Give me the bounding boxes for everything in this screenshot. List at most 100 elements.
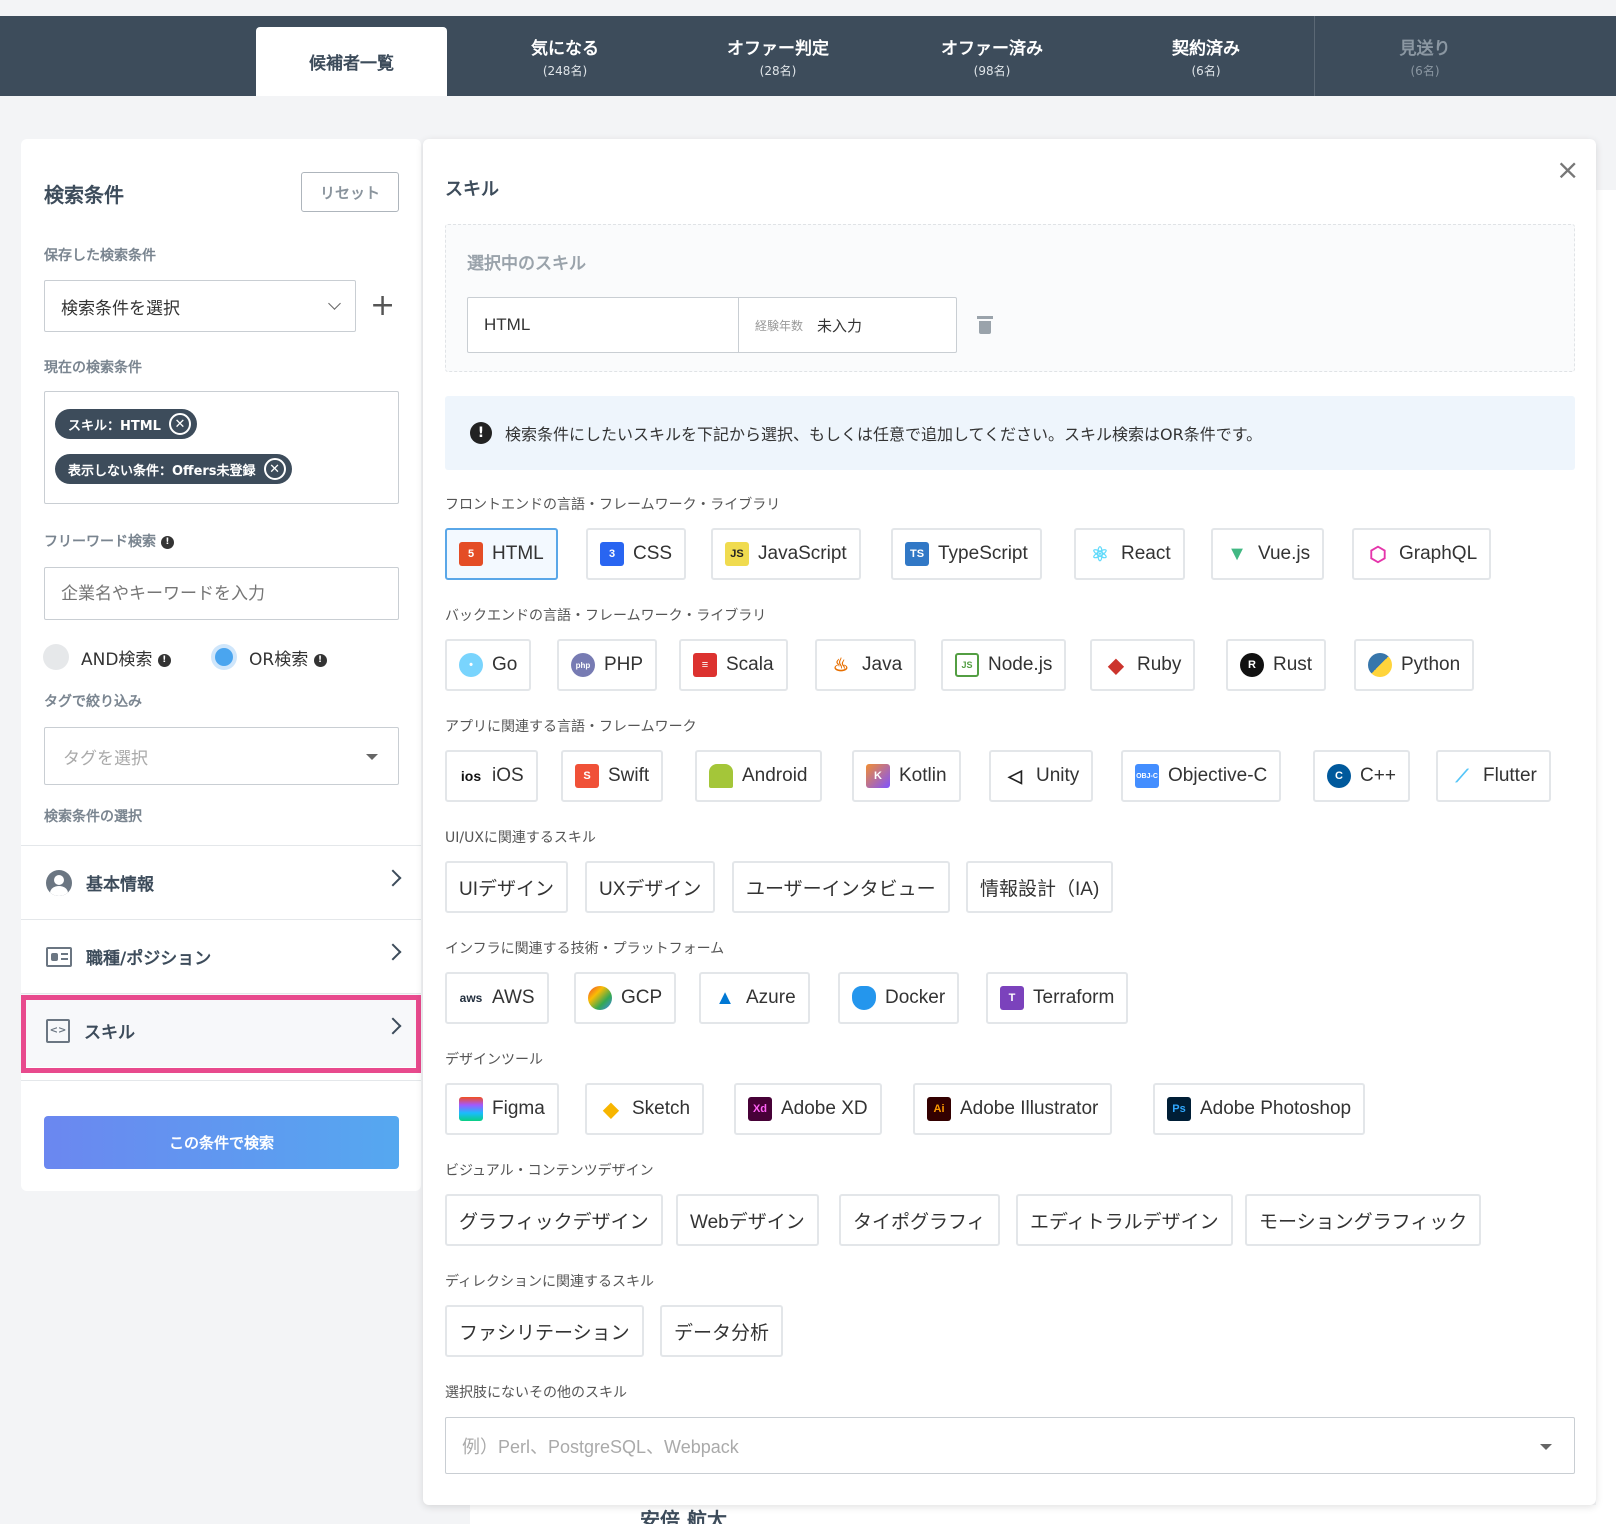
skill-typography[interactable]: タイポグラフィ — [839, 1194, 1000, 1246]
skill-editorial-design[interactable]: エディトラルデザイン — [1016, 1194, 1233, 1246]
other-skills-select[interactable]: 例）Perl、PostgreSQL、Webpack — [445, 1417, 1575, 1474]
tab-divider — [1314, 16, 1315, 96]
close-icon[interactable]: × — [1556, 153, 1579, 186]
nav-job-position[interactable]: 職種/ポジション — [21, 919, 421, 993]
section-title: フロントエンドの言語・フレームワーク・ライブラリ — [445, 497, 781, 513]
skill-flutter[interactable]: ⟋ Flutter — [1436, 750, 1551, 802]
skill-kotlin[interactable]: K Kotlin — [852, 750, 961, 802]
skill-graphic-design[interactable]: グラフィックデザイン — [445, 1194, 663, 1246]
saved-conditions-select[interactable]: 検索条件を選択 — [44, 280, 356, 332]
freeword-label: フリーワード検索 ! — [44, 531, 174, 551]
close-circle-icon[interactable]: ✕ — [168, 413, 191, 435]
skill-vuejs[interactable]: ▼ Vue.js — [1211, 528, 1325, 580]
skill-swift[interactable]: S Swift — [561, 750, 664, 802]
skill-ux-design[interactable]: UXデザイン — [585, 861, 716, 913]
selected-skill-row: HTML 経験年数 未入力 — [467, 297, 957, 353]
skill-information-architecture[interactable]: 情報設計（IA) — [966, 861, 1114, 913]
years-field[interactable]: 経験年数 未入力 — [738, 298, 956, 352]
skill-sketch[interactable]: ◆ Sketch — [585, 1083, 705, 1135]
skill-java[interactable]: ♨ Java — [815, 639, 917, 691]
tag-select[interactable]: タグを選択 — [44, 727, 399, 785]
skill-cpp[interactable]: C C++ — [1313, 750, 1410, 802]
tab-interested[interactable]: 気になる (248名) — [460, 16, 670, 96]
skill-html[interactable]: 5 HTML — [445, 528, 558, 580]
add-condition-icon[interactable]: + — [370, 291, 395, 321]
tab-candidates[interactable]: 候補者一覧 — [256, 27, 447, 96]
skill-go[interactable]: • Go — [445, 639, 532, 691]
skill-css[interactable]: 3 CSS — [586, 528, 687, 580]
skill-adobe-illustrator[interactable]: Ai Adobe Illustrator — [913, 1083, 1113, 1135]
skill-android[interactable]: Android — [695, 750, 822, 802]
tab-contracted[interactable]: 契約済み (6名) — [1101, 16, 1311, 96]
reset-button[interactable]: リセット — [301, 172, 399, 212]
skill-typescript[interactable]: TS TypeScript — [891, 528, 1042, 580]
skill-nodejs[interactable]: JS Node.js — [941, 639, 1067, 691]
section-title: ディレクションに関連するスキル — [445, 1274, 655, 1290]
tab-offer-judge[interactable]: オファー判定 (28名) — [673, 16, 883, 96]
chevron-right-icon — [384, 869, 402, 887]
skill-aws[interactable]: aws AWS — [445, 972, 549, 1024]
aws-icon: aws — [459, 991, 483, 1005]
tab-label: 契約済み — [1172, 38, 1240, 59]
skill-facilitation[interactable]: ファシリテーション — [445, 1305, 644, 1357]
android-icon — [709, 764, 733, 788]
or-radio[interactable] — [211, 644, 237, 670]
search-sidebar: 検索条件 リセット 保存した検索条件 検索条件を選択 + 現在の検索条件 スキル… — [21, 139, 421, 1191]
skill-azure[interactable]: ▲ Azure — [699, 972, 810, 1024]
skill-javascript[interactable]: JS JavaScript — [711, 528, 861, 580]
section-title: バックエンドの言語・フレームワーク・ライブラリ — [445, 608, 767, 624]
figma-icon — [459, 1097, 483, 1121]
skill-ios[interactable]: ios iOS — [445, 750, 538, 802]
years-value: 未入力 — [817, 316, 863, 335]
user-icon — [46, 869, 72, 896]
caret-down-icon — [366, 754, 378, 760]
cpp-icon: C — [1327, 764, 1351, 788]
skill-motion-graphics[interactable]: モーショングラフィック — [1245, 1194, 1482, 1246]
search-button[interactable]: この条件で検索 — [44, 1116, 399, 1169]
skill-adobe-xd[interactable]: Xd Adobe XD — [734, 1083, 882, 1135]
skill-figma[interactable]: Figma — [445, 1083, 559, 1135]
section-title: アプリに関連する言語・フレームワーク — [445, 719, 697, 735]
skill-php[interactable]: php PHP — [557, 639, 658, 691]
sidebar-title: 検索条件 — [44, 183, 124, 207]
skill-gcp[interactable]: GCP — [574, 972, 677, 1024]
skill-web-design[interactable]: Webデザイン — [676, 1194, 819, 1246]
tab-offered[interactable]: オファー済み (98名) — [887, 16, 1097, 96]
skill-terraform[interactable]: T Terraform — [986, 972, 1129, 1024]
modal-title: スキル — [445, 179, 499, 200]
objective-c-icon: OBJ-C — [1135, 764, 1159, 788]
skill-adobe-photoshop[interactable]: Ps Adobe Photoshop — [1153, 1083, 1366, 1135]
nav-basic-info[interactable]: 基本情報 — [21, 845, 421, 919]
skill-data-analysis[interactable]: データ分析 — [660, 1305, 784, 1357]
chip-label: スキル：HTML — [68, 418, 161, 434]
skill-ui-design[interactable]: UIデザイン — [445, 861, 569, 913]
close-circle-icon[interactable]: ✕ — [263, 458, 286, 480]
skill-scala[interactable]: ≡ Scala — [679, 639, 788, 691]
tab-declined[interactable]: 見送り (6名) — [1320, 16, 1530, 96]
notice-box: ! 検索条件にしたいスキルを下記から選択、もしくは任意で追加してください。スキル… — [445, 396, 1575, 470]
gopher-icon: • — [459, 653, 483, 677]
selected-skills-title: 選択中のスキル — [467, 254, 586, 274]
vue-icon: ▼ — [1227, 542, 1247, 565]
skill-rust[interactable]: R Rust — [1226, 639, 1327, 691]
sketch-icon: ◆ — [603, 1098, 619, 1121]
skill-ruby[interactable]: ◆ Ruby — [1090, 639, 1196, 691]
freeword-input[interactable] — [44, 567, 399, 620]
skill-python[interactable]: Python — [1354, 639, 1475, 691]
skill-user-interview[interactable]: ユーザーインタビュー — [732, 861, 950, 913]
condition-chip: スキル：HTML ✕ — [55, 409, 197, 439]
adobe-photoshop-icon: Ps — [1167, 1097, 1191, 1121]
years-label: 経験年数 — [755, 318, 804, 333]
and-radio[interactable] — [43, 644, 69, 670]
scala-icon: ≡ — [693, 653, 717, 677]
trash-icon[interactable] — [977, 316, 993, 334]
skill-react[interactable]: ⚛ React — [1074, 528, 1185, 580]
skill-unity[interactable]: ◁ Unity — [989, 750, 1094, 802]
skill-modal: スキル × 選択中のスキル HTML 経験年数 未入力 ! 検索条件にしたいスキ… — [423, 139, 1596, 1505]
html5-icon: 5 — [459, 542, 483, 566]
condition-select-label: 検索条件の選択 — [44, 809, 142, 825]
skill-docker[interactable]: Docker — [838, 972, 960, 1024]
skill-graphql[interactable]: ⬡ GraphQL — [1352, 528, 1492, 580]
skill-objective-c[interactable]: OBJ-C Objective-C — [1121, 750, 1282, 802]
nodejs-icon: JS — [955, 653, 979, 677]
